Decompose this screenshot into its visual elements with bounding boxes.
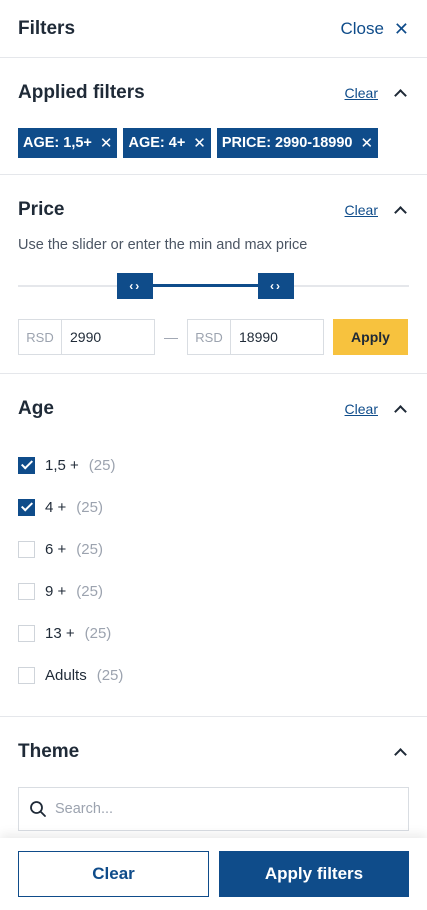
- option-count: (25): [76, 582, 103, 600]
- age-option[interactable]: 4 + (25): [18, 486, 409, 528]
- close-button[interactable]: Close ✕: [340, 19, 409, 39]
- age-title: Age: [18, 398, 54, 419]
- checkbox[interactable]: [18, 666, 35, 684]
- applied-chip[interactable]: AGE: 1,5+ ✕: [18, 128, 118, 158]
- option-count: (25): [76, 498, 103, 516]
- min-price-input[interactable]: [62, 320, 154, 354]
- close-icon[interactable]: ✕: [193, 134, 206, 152]
- price-inputs: RSD — RSD Apply: [18, 319, 409, 355]
- theme-search-box: [18, 787, 409, 831]
- checkbox[interactable]: [18, 624, 35, 642]
- age-option[interactable]: 13 + (25): [18, 612, 409, 654]
- option-count: (25): [84, 624, 112, 642]
- option-label: 4 +: [45, 498, 67, 516]
- slider-max-handle[interactable]: ‹›: [258, 273, 295, 299]
- option-label: 1,5 +: [45, 456, 79, 474]
- applied-clear-link[interactable]: Clear: [345, 85, 378, 101]
- checkbox[interactable]: [18, 540, 35, 558]
- clear-all-button[interactable]: Clear: [18, 851, 209, 897]
- checkmark-icon: [20, 457, 33, 470]
- min-price-field: RSD: [18, 319, 155, 355]
- theme-search-input[interactable]: [55, 801, 408, 817]
- checkbox[interactable]: [18, 582, 35, 600]
- option-count: (25): [88, 456, 116, 474]
- chip-label: AGE: 4+: [128, 135, 186, 151]
- option-label: 13 +: [45, 624, 75, 642]
- currency-label: RSD: [19, 320, 62, 354]
- theme-title: Theme: [18, 741, 80, 762]
- applied-filters-title: Applied filters: [18, 82, 145, 103]
- max-price-field: RSD: [187, 319, 324, 355]
- range-separator: —: [164, 329, 178, 345]
- age-option[interactable]: 1,5 + (25): [18, 444, 409, 486]
- option-label: Adults: [45, 666, 87, 684]
- close-icon[interactable]: ✕: [100, 134, 113, 152]
- checkbox[interactable]: [18, 456, 35, 474]
- applied-chip[interactable]: AGE: 4+ ✕: [123, 128, 211, 158]
- price-clear-link[interactable]: Clear: [345, 202, 378, 218]
- age-option[interactable]: 6 + (25): [18, 528, 409, 570]
- chip-label: PRICE: 2990-18990: [221, 135, 353, 151]
- option-label: 6 +: [45, 540, 67, 558]
- age-option[interactable]: Adults (25): [18, 654, 409, 696]
- checkmark-icon: [20, 499, 33, 512]
- age-option[interactable]: 9 + (25): [18, 570, 409, 612]
- currency-label: RSD: [188, 320, 231, 354]
- applied-chip-list: AGE: 1,5+ ✕ AGE: 4+ ✕ PRICE: 2990-18990 …: [18, 128, 409, 158]
- filters-header: Filters Close ✕: [0, 0, 427, 58]
- option-label: 9 +: [45, 582, 67, 600]
- chevron-up-icon[interactable]: [394, 747, 407, 761]
- age-options: 1,5 + (25) 4 + (25) 6 + (25) 9 + (25) 13…: [18, 444, 409, 696]
- price-section: Price Clear Use the slider or enter the …: [0, 175, 427, 374]
- price-hint: Use the slider or enter the min and max …: [18, 237, 308, 253]
- close-icon: ✕: [393, 18, 409, 39]
- search-icon: [30, 801, 46, 817]
- option-count: (25): [96, 666, 124, 684]
- applied-chip[interactable]: PRICE: 2990-18990 ✕: [216, 128, 379, 158]
- chip-label: AGE: 1,5+: [23, 135, 92, 151]
- applied-filters-section: Applied filters Clear AGE: 1,5+ ✕ AGE: 4…: [0, 58, 427, 175]
- age-clear-link[interactable]: Clear: [345, 401, 378, 417]
- chevron-up-icon[interactable]: [394, 205, 407, 219]
- price-apply-button[interactable]: Apply: [333, 319, 408, 355]
- chevron-up-icon[interactable]: [394, 404, 407, 418]
- checkbox[interactable]: [18, 498, 35, 516]
- age-section: Age Clear 1,5 + (25) 4 + (25) 6 + (25) 9…: [0, 374, 427, 717]
- close-label: Close: [340, 18, 384, 38]
- price-title: Price: [18, 199, 65, 220]
- slider-range: [135, 284, 277, 287]
- apply-filters-button[interactable]: Apply filters: [219, 851, 409, 897]
- max-price-input[interactable]: [231, 320, 323, 354]
- chevron-up-icon[interactable]: [394, 88, 407, 102]
- option-count: (25): [76, 540, 103, 558]
- filters-footer: Clear Apply filters: [0, 838, 427, 910]
- price-slider[interactable]: ‹› ‹›: [18, 261, 409, 313]
- page-title: Filters: [18, 17, 76, 39]
- slider-min-handle[interactable]: ‹›: [117, 273, 154, 299]
- close-icon[interactable]: ✕: [360, 134, 373, 152]
